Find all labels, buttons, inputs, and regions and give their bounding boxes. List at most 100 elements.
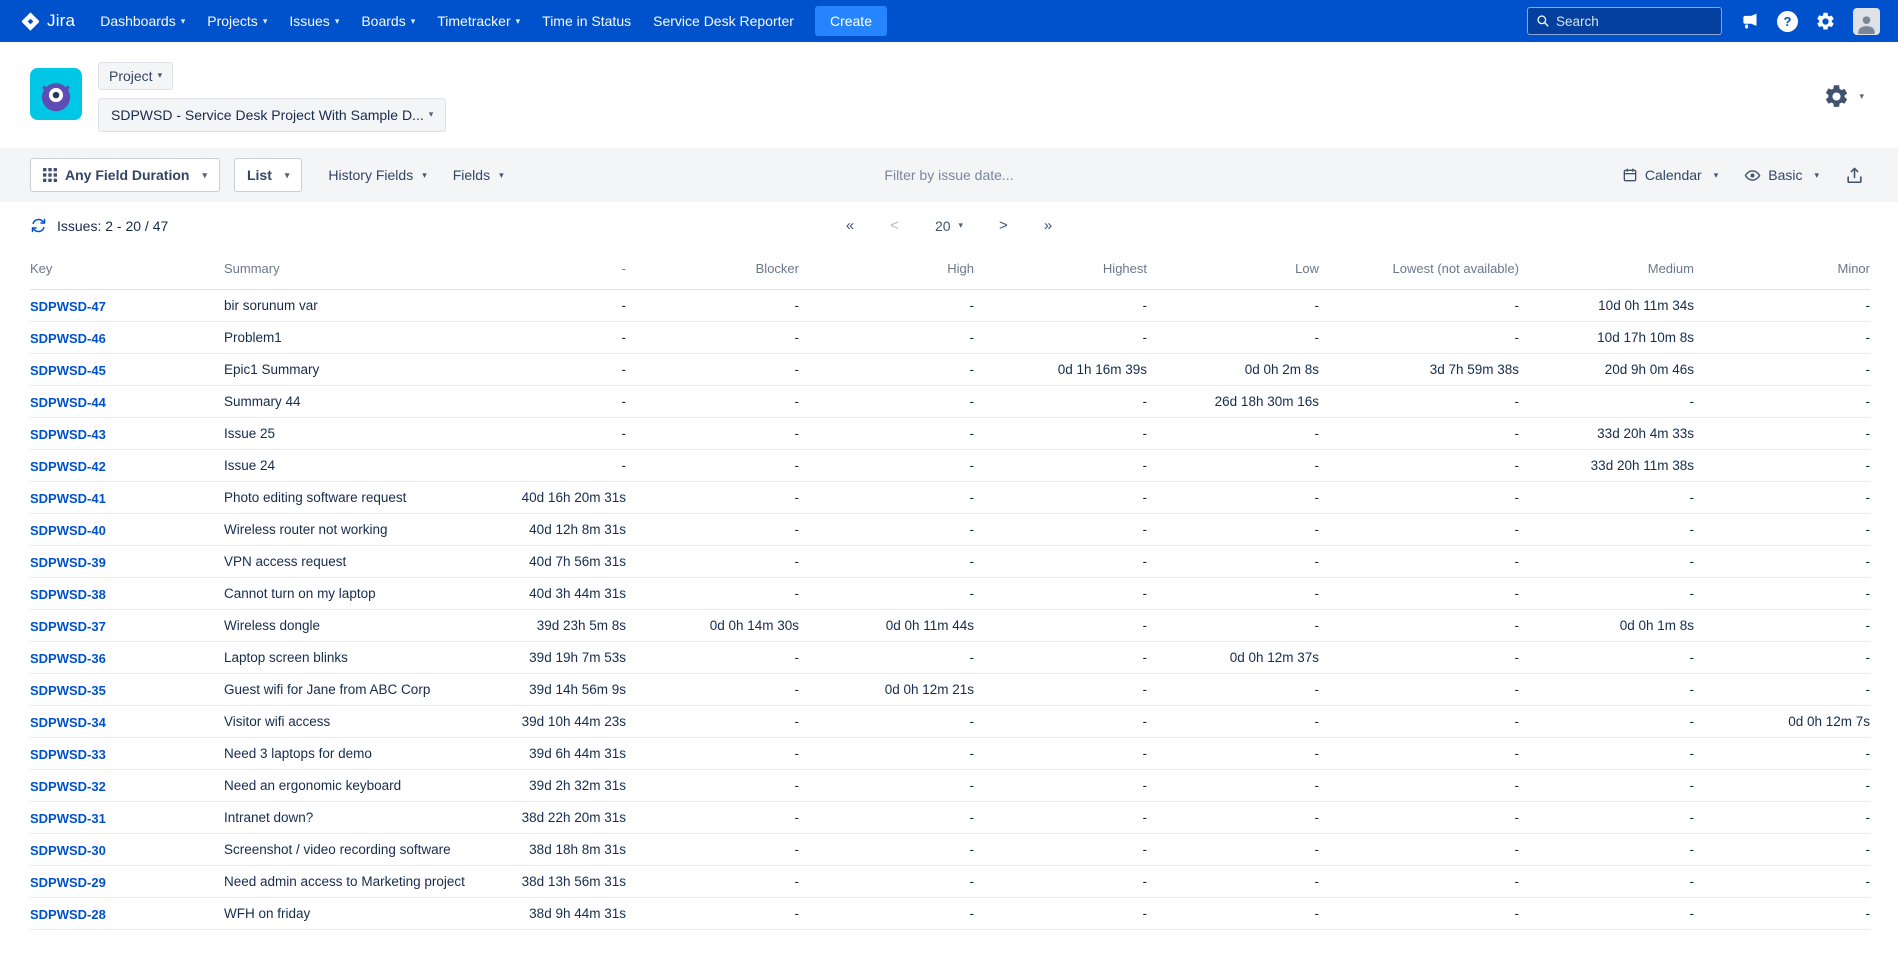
nav-item-dashboards[interactable]: Dashboards▾ [89, 0, 196, 42]
issue-key-link[interactable]: SDPWSD-35 [30, 683, 106, 698]
column-header-dash[interactable]: - [504, 251, 626, 290]
duration-cell: - [1319, 834, 1519, 866]
column-header-highest[interactable]: Highest [974, 251, 1147, 290]
duration-cell: - [504, 354, 626, 386]
project-settings-dropdown[interactable]: ▾ [1823, 83, 1864, 110]
duration-cell: - [974, 386, 1147, 418]
duration-cell: - [1694, 578, 1870, 610]
column-header-summary[interactable]: Summary [224, 251, 504, 290]
duration-cell: - [1147, 482, 1319, 514]
duration-cell: 10d 17h 10m 8s [1519, 322, 1694, 354]
last-page-button[interactable]: » [1044, 218, 1052, 233]
column-header-blocker[interactable]: Blocker [626, 251, 799, 290]
duration-cell: - [1319, 674, 1519, 706]
issue-summary: Epic1 Summary [224, 354, 504, 386]
issue-key-link[interactable]: SDPWSD-43 [30, 427, 106, 442]
jira-logo[interactable]: Jira [20, 11, 75, 32]
view-type-dropdown[interactable]: List ▾ [234, 158, 302, 192]
chevron-down-icon: ▾ [158, 71, 163, 80]
issue-summary: Visitor wifi access [224, 706, 504, 738]
issue-summary: Wireless router not working [224, 514, 504, 546]
issue-summary: bir sorunum var [224, 290, 504, 322]
first-page-button[interactable]: « [846, 218, 854, 233]
issue-date-filter-input[interactable]: Filter by issue date... [884, 167, 1013, 183]
page-size-value: 20 [935, 218, 951, 234]
chevron-down-icon: ▾ [411, 17, 416, 26]
issue-key-link[interactable]: SDPWSD-46 [30, 331, 106, 346]
issue-key-link[interactable]: SDPWSD-44 [30, 395, 106, 410]
nav-item-label: Dashboards [100, 13, 176, 29]
user-avatar[interactable] [1853, 8, 1880, 35]
field-duration-dropdown[interactable]: Any Field Duration ▾ [30, 158, 220, 192]
issue-key-link[interactable]: SDPWSD-28 [30, 907, 106, 922]
calendar-dropdown[interactable]: Calendar ▾ [1622, 167, 1718, 183]
column-header-key[interactable]: Key [30, 251, 224, 290]
duration-cell: - [1519, 706, 1694, 738]
duration-cell: 39d 10h 44m 23s [504, 706, 626, 738]
chevron-down-icon: ▾ [1714, 171, 1719, 180]
duration-cell: 33d 20h 4m 33s [1519, 418, 1694, 450]
column-header-high[interactable]: High [799, 251, 974, 290]
page-size-select[interactable]: 20 ▾ [935, 218, 963, 234]
column-header-minor[interactable]: Minor [1694, 251, 1870, 290]
search-input[interactable] [1556, 14, 1713, 29]
issue-key-link[interactable]: SDPWSD-47 [30, 299, 106, 314]
gear-icon[interactable] [1815, 11, 1836, 32]
issue-key-link[interactable]: SDPWSD-36 [30, 651, 106, 666]
table-row: SDPWSD-40Wireless router not working40d … [30, 514, 1870, 546]
help-icon[interactable]: ? [1777, 11, 1798, 32]
duration-cell: - [799, 834, 974, 866]
duration-cell: - [626, 418, 799, 450]
table-row: SDPWSD-37Wireless dongle39d 23h 5m 8s0d … [30, 610, 1870, 642]
issue-key-link[interactable]: SDPWSD-41 [30, 491, 106, 506]
issue-key-link[interactable]: SDPWSD-31 [30, 811, 106, 826]
issue-key-link[interactable]: SDPWSD-42 [30, 459, 106, 474]
issue-key-link[interactable]: SDPWSD-34 [30, 715, 106, 730]
column-header-medium[interactable]: Medium [1519, 251, 1694, 290]
chevron-down-icon: ▾ [1814, 171, 1819, 180]
issue-table-body: SDPWSD-47bir sorunum var------10d 0h 11m… [30, 290, 1870, 930]
duration-cell: - [799, 770, 974, 802]
issue-key-link[interactable]: SDPWSD-29 [30, 875, 106, 890]
grid-icon [43, 168, 57, 182]
issue-key-link[interactable]: SDPWSD-45 [30, 363, 106, 378]
issue-key-link[interactable]: SDPWSD-37 [30, 619, 106, 634]
gear-icon [1823, 83, 1850, 110]
refresh-icon[interactable] [30, 217, 47, 234]
fields-dropdown[interactable]: Fields ▾ [453, 167, 504, 183]
nav-item-service-desk-reporter[interactable]: Service Desk Reporter [642, 0, 805, 42]
duration-cell: - [626, 322, 799, 354]
issue-key-link[interactable]: SDPWSD-30 [30, 843, 106, 858]
issue-key-link[interactable]: SDPWSD-39 [30, 555, 106, 570]
nav-item-issues[interactable]: Issues▾ [278, 0, 350, 42]
column-header-low[interactable]: Low [1147, 251, 1319, 290]
duration-cell: - [1694, 322, 1870, 354]
megaphone-icon[interactable] [1739, 11, 1760, 32]
issue-key-link[interactable]: SDPWSD-33 [30, 747, 106, 762]
nav-item-projects[interactable]: Projects▾ [196, 0, 278, 42]
help-glyph: ? [1777, 11, 1798, 32]
column-header-lowest-not-available[interactable]: Lowest (not available) [1319, 251, 1519, 290]
duration-cell: - [799, 354, 974, 386]
export-icon[interactable] [1845, 166, 1864, 185]
duration-cell: - [1519, 866, 1694, 898]
nav-item-time-in-status[interactable]: Time in Status [531, 0, 642, 42]
prev-page-button[interactable]: < [890, 218, 899, 233]
project-select[interactable]: SDPWSD - Service Desk Project With Sampl… [98, 98, 446, 132]
duration-cell: - [1319, 578, 1519, 610]
issue-key-link[interactable]: SDPWSD-38 [30, 587, 106, 602]
project-scope-dropdown[interactable]: Project ▾ [98, 62, 173, 90]
nav-item-timetracker[interactable]: Timetracker▾ [426, 0, 531, 42]
duration-cell: - [1147, 450, 1319, 482]
chevron-down-icon: ▾ [1859, 92, 1864, 101]
jira-logo-text: Jira [47, 11, 75, 31]
nav-item-boards[interactable]: Boards▾ [350, 0, 426, 42]
create-button[interactable]: Create [815, 6, 887, 36]
duration-cell: - [974, 770, 1147, 802]
duration-cell: - [1519, 546, 1694, 578]
issue-key-link[interactable]: SDPWSD-32 [30, 779, 106, 794]
next-page-button[interactable]: > [999, 218, 1008, 233]
history-fields-dropdown[interactable]: History Fields ▾ [328, 167, 426, 183]
view-mode-dropdown[interactable]: Basic ▾ [1744, 167, 1819, 184]
issue-key-link[interactable]: SDPWSD-40 [30, 523, 106, 538]
